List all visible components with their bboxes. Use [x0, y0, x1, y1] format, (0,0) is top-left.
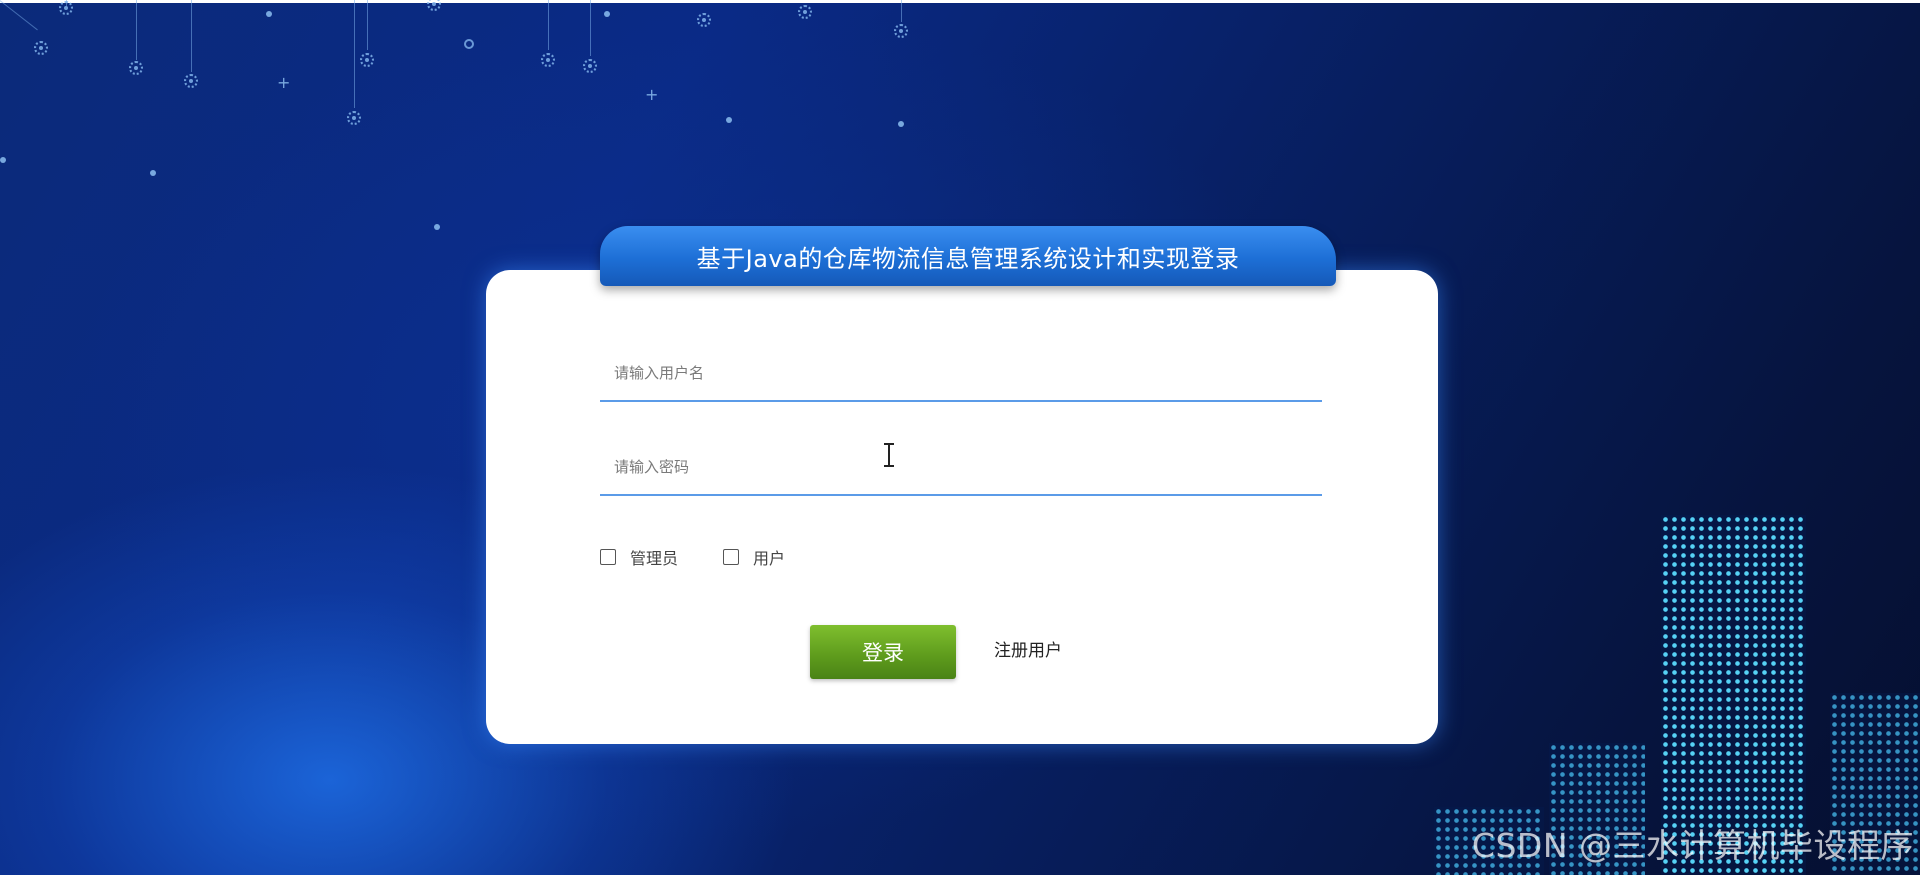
decor-strand	[367, 0, 368, 50]
gear-icon	[34, 41, 48, 55]
plus-icon: +	[645, 85, 659, 104]
login-card: 管理员 用户 登录 注册用户	[486, 270, 1438, 744]
username-input[interactable]	[600, 346, 1322, 400]
sky-decoration: + +	[0, 0, 1000, 260]
decor-dot	[0, 157, 6, 163]
role-admin-option[interactable]: 管理员	[600, 546, 678, 568]
decor-dot	[434, 224, 440, 230]
decor-dot	[726, 117, 732, 123]
text-cursor-icon	[882, 443, 896, 469]
top-border	[0, 0, 1920, 3]
login-page: + + 基于Java的仓库物流信息管理系统设计和实现登录 请输入用户名 管理员 …	[0, 0, 1920, 875]
gear-icon	[59, 1, 73, 15]
decor-ring	[464, 39, 474, 49]
register-link[interactable]: 注册用户	[994, 636, 1062, 661]
role-user-label: 用户	[753, 549, 786, 568]
decor-strand	[136, 0, 137, 60]
role-user-option[interactable]: 用户	[723, 546, 785, 568]
decor-line	[0, 0, 38, 31]
login-title-banner: 基于Java的仓库物流信息管理系统设计和实现登录	[600, 226, 1336, 286]
gear-icon	[184, 74, 198, 88]
role-user-checkbox[interactable]	[723, 549, 739, 565]
password-field	[600, 440, 1322, 496]
decor-dot	[266, 11, 272, 17]
gear-icon	[360, 53, 374, 67]
decor-dot	[898, 121, 904, 127]
gear-icon	[347, 111, 361, 125]
decor-strand	[354, 0, 355, 108]
gear-icon	[129, 61, 143, 75]
plus-icon: +	[277, 73, 291, 92]
gear-icon	[894, 24, 908, 38]
gear-icon	[541, 53, 555, 67]
watermark: CSDN @三水计算机毕设程序	[1471, 826, 1914, 865]
decor-strand	[590, 0, 591, 56]
decor-dot	[150, 170, 156, 176]
role-admin-checkbox[interactable]	[600, 549, 616, 565]
page-title: 基于Java的仓库物流信息管理系统设计和实现登录	[696, 244, 1240, 273]
gear-icon	[583, 59, 597, 73]
login-button[interactable]: 登录	[810, 625, 956, 679]
decor-strand	[548, 0, 549, 50]
decor-strand	[901, 0, 902, 22]
gear-icon	[697, 13, 711, 27]
decor-dot	[604, 11, 610, 17]
username-field	[600, 346, 1322, 402]
decor-strand	[191, 0, 192, 72]
password-input[interactable]	[600, 440, 1322, 494]
role-admin-label: 管理员	[630, 549, 679, 568]
gear-icon	[798, 5, 812, 19]
